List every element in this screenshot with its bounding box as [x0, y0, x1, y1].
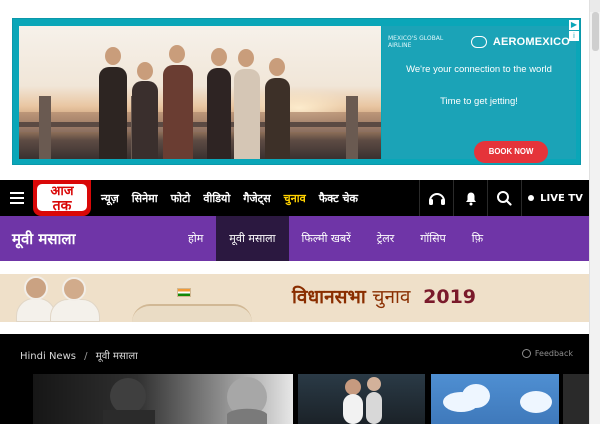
person-head	[211, 48, 227, 66]
main-nav-links: न्यूज़ सिनेमा फोटो वीडियो गैजेट्स चुनाव …	[101, 180, 358, 216]
tab-home[interactable]: होम	[175, 216, 216, 261]
person-silhouette	[132, 81, 158, 159]
breadcrumb-home[interactable]: Hindi News	[20, 351, 76, 362]
banner-year: 2019	[423, 286, 477, 308]
banner-portraits	[14, 274, 104, 322]
person-silhouette	[99, 67, 127, 159]
thumbnail-partial[interactable]	[563, 374, 589, 424]
live-tv-label: LIVE TV	[540, 192, 583, 204]
portrait-face	[62, 277, 86, 301]
nav-link-cinema[interactable]: सिनेमा	[132, 191, 158, 206]
scroll-thumb[interactable]	[592, 12, 599, 51]
tab-gossip[interactable]: गॉसिप	[407, 216, 459, 261]
banner-subtitle: चुनाव	[372, 286, 411, 308]
hamburger-menu-icon[interactable]	[10, 192, 28, 206]
portrait-body	[50, 299, 100, 322]
person-head	[169, 45, 185, 63]
live-dot-icon	[528, 195, 535, 201]
person-silhouette	[207, 68, 231, 159]
page-scrollbar[interactable]	[589, 0, 600, 424]
ad-text-panel[interactable]: MEXICO'S GLOBAL AIRLINE AEROMEXICO We're…	[382, 26, 576, 163]
ad-line-2: Time to get jetting!	[440, 96, 518, 107]
search-icon[interactable]	[487, 180, 521, 216]
banner-title: विधानसभा चुनाव 2019	[292, 283, 476, 309]
ad-brand-tagline: MEXICO'S GLOBAL AIRLINE	[388, 35, 444, 49]
page: MEXICO'S GLOBAL AIRLINE AEROMEXICO We're…	[0, 0, 600, 424]
person-silhouette	[234, 69, 260, 159]
scroll-up-button[interactable]	[590, 0, 600, 12]
top-navigation: आज तक न्यूज़ सिनेमा फोटो वीडियो गैजेट्स …	[0, 180, 589, 216]
parliament-illustration	[112, 284, 272, 322]
portrait-face	[24, 276, 48, 300]
railing	[19, 122, 381, 127]
logo-text: आज तक	[37, 184, 87, 214]
live-tv-button[interactable]: LIVE TV	[521, 180, 589, 216]
person-head	[269, 58, 285, 76]
banner-main-text: विधानसभा	[292, 286, 366, 308]
nav-link-news[interactable]: न्यूज़	[101, 191, 119, 206]
feedback-label: Feedback	[534, 349, 573, 358]
bell-icon[interactable]	[453, 180, 487, 216]
nav-link-fact-check[interactable]: फैक्ट चेक	[319, 191, 358, 206]
section-tabs: होम मूवी मसाला फिल्मी खबरें ट्रेलर गॉसिप…	[175, 216, 496, 261]
story-thumbnails	[33, 374, 589, 424]
tab-movie-masala[interactable]: मूवी मसाला	[216, 216, 289, 261]
advertisement[interactable]: MEXICO'S GLOBAL AIRLINE AEROMEXICO We're…	[12, 18, 581, 165]
section-bar: मूवी मसाला होम मूवी मसाला फिल्मी खबरें ट…	[0, 216, 589, 261]
book-now-button[interactable]: BOOK NOW	[474, 141, 548, 163]
breadcrumb-separator: /	[84, 351, 88, 362]
ad-photo[interactable]	[19, 26, 381, 159]
airline-logo-icon	[471, 36, 487, 48]
nav-link-photo[interactable]: फोटो	[171, 191, 191, 206]
podcast-icon[interactable]	[419, 180, 453, 216]
parliament-dome	[132, 304, 252, 322]
person-silhouette	[265, 78, 290, 159]
ad-info-icon[interactable]: i	[569, 31, 579, 41]
nav-link-video[interactable]: वीडियो	[203, 191, 230, 206]
breadcrumb-current: मूवी मसाला	[95, 351, 138, 362]
ad-brand: MEXICO'S GLOBAL AIRLINE AEROMEXICO	[388, 34, 570, 50]
railing-post	[39, 96, 51, 159]
feedback-icon	[521, 349, 531, 358]
thumbnail-couple[interactable]	[298, 374, 425, 424]
thumbnail-sky[interactable]	[431, 374, 559, 424]
tab-film-news[interactable]: फिल्मी खबरें	[289, 216, 364, 261]
logo-line-2: तक	[52, 198, 72, 214]
person-head	[105, 47, 121, 65]
nav-utilities: LIVE TV	[419, 180, 589, 216]
nav-link-gadgets[interactable]: गैजेट्स	[243, 191, 270, 206]
election-banner[interactable]: विधानसभा चुनाव 2019	[0, 274, 589, 322]
railing-post	[346, 96, 358, 159]
logo-line-1: आज	[50, 184, 74, 199]
tab-more[interactable]: फ़ि	[459, 216, 496, 261]
ad-brand-name: AEROMEXICO	[492, 36, 570, 48]
ad-line-1: We're your connection to the world	[406, 64, 552, 75]
content-area: Hindi News / मूवी मसाला Feedback	[0, 334, 589, 424]
flag-icon	[177, 288, 191, 297]
ad-choices-icon[interactable]: ▶	[569, 20, 579, 30]
breadcrumb: Hindi News / मूवी मसाला	[20, 348, 138, 362]
person-silhouette	[163, 65, 193, 159]
aaj-tak-logo[interactable]: आज तक	[33, 180, 91, 216]
feedback-link[interactable]: Feedback	[521, 349, 573, 358]
thumbnail-amitabh[interactable]	[33, 374, 293, 424]
person-head	[137, 62, 153, 80]
nav-link-election[interactable]: चुनाव	[284, 191, 306, 206]
tab-trailer[interactable]: ट्रेलर	[364, 216, 408, 261]
person-head	[238, 49, 254, 67]
section-title: मूवी मसाला	[12, 230, 76, 248]
